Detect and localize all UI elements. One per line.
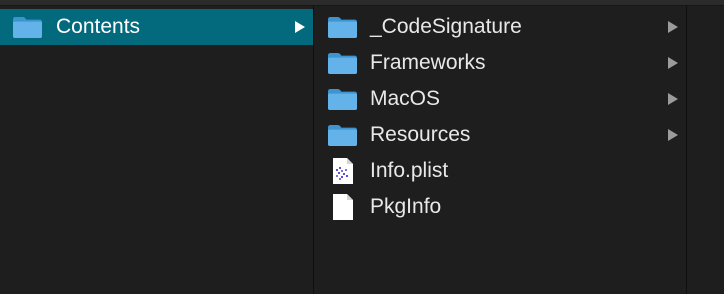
folder-icon bbox=[327, 86, 358, 112]
folder-icon bbox=[327, 14, 358, 40]
disclosure-chevron-icon[interactable] bbox=[668, 93, 678, 105]
row-label: _CodeSignature bbox=[370, 15, 522, 38]
folder-icon bbox=[327, 50, 358, 76]
column-1-row-contents[interactable]: Contents bbox=[0, 9, 313, 45]
row-label: PkgInfo bbox=[370, 195, 442, 218]
disclosure-chevron-icon[interactable] bbox=[668, 129, 678, 141]
document-icon bbox=[327, 194, 358, 220]
column-2-row-resources[interactable]: Resources bbox=[314, 117, 686, 153]
disclosure-chevron-icon[interactable] bbox=[295, 21, 305, 33]
column-2-row-pkginfo[interactable]: PkgInfo bbox=[314, 189, 686, 225]
column-1[interactable]: Contents bbox=[0, 6, 313, 294]
disclosure-chevron-icon[interactable] bbox=[668, 57, 678, 69]
row-label: Info.plist bbox=[370, 159, 449, 182]
folder-icon bbox=[12, 14, 43, 40]
column-3[interactable] bbox=[687, 6, 724, 294]
column-2-row-info-plist[interactable]: Info.plist bbox=[314, 153, 686, 189]
column-2-row-frameworks[interactable]: Frameworks bbox=[314, 45, 686, 81]
row-label: Resources bbox=[370, 123, 471, 146]
column-2-row-codesignature[interactable]: _CodeSignature bbox=[314, 9, 686, 45]
plist-file-icon bbox=[327, 158, 358, 184]
disclosure-chevron-icon[interactable] bbox=[668, 21, 678, 33]
column-2-row-macos[interactable]: MacOS bbox=[314, 81, 686, 117]
column-2[interactable]: _CodeSignature Frameworks MacOS Resource… bbox=[314, 6, 686, 294]
row-label: Contents bbox=[56, 15, 141, 38]
row-label: Frameworks bbox=[370, 51, 486, 74]
folder-icon bbox=[327, 122, 358, 148]
row-label: MacOS bbox=[370, 87, 441, 110]
